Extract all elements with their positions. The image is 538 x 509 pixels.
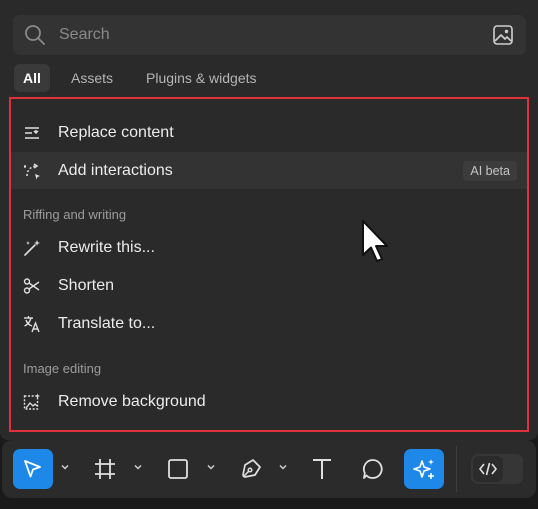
sparkle-ai-icon — [413, 459, 434, 479]
mouse-cursor-icon — [362, 220, 388, 262]
menu-item-label: Rewrite this... — [58, 239, 155, 256]
chevron-down-icon[interactable] — [133, 462, 143, 472]
menu-item-label: Replace content — [58, 124, 174, 141]
menu-item-shorten[interactable]: Shorten — [11, 267, 527, 304]
scrolled-item-remnant — [16, 92, 226, 100]
replace-content-icon — [25, 127, 39, 139]
toolbar-divider — [456, 446, 457, 492]
comment-tool-button[interactable] — [353, 449, 393, 489]
tab-bar: All Assets Plugins & widgets — [0, 62, 538, 94]
menu-item-label: Shorten — [58, 277, 115, 294]
shape-tool-button[interactable] — [158, 449, 198, 489]
comment-icon — [362, 459, 383, 479]
menu-item-label: Remove background — [58, 393, 206, 410]
chevron-down-icon[interactable] — [278, 462, 288, 472]
scissors-icon — [23, 278, 40, 294]
menu-item-add-interactions[interactable]: Add interactions AI beta — [11, 152, 527, 189]
menu-item-label: Translate to... — [58, 315, 156, 332]
image-search-icon[interactable] — [492, 24, 514, 46]
move-arrow-icon — [24, 460, 41, 478]
ai-beta-badge: AI beta — [463, 161, 517, 181]
menu-item-rewrite[interactable]: Rewrite this... — [11, 229, 527, 266]
search-icon — [25, 25, 45, 45]
bottom-toolbar — [2, 440, 536, 498]
tab-plugins-widgets[interactable]: Plugins & widgets — [146, 70, 257, 86]
chevron-down-icon[interactable] — [206, 462, 216, 472]
remove-background-icon — [23, 393, 40, 410]
menu-item-translate[interactable]: Translate to... — [11, 305, 527, 342]
menu-item-remove-background[interactable]: Remove background — [11, 383, 527, 420]
pen-tool-button[interactable] — [231, 449, 271, 489]
chevron-down-icon[interactable] — [60, 462, 70, 472]
menu-item-label: Add interactions — [58, 162, 173, 179]
search-bar[interactable]: Search — [13, 15, 526, 55]
add-interactions-icon — [24, 163, 40, 180]
tab-all[interactable]: All — [14, 64, 50, 92]
section-title-riffing: Riffing and writing — [23, 207, 127, 222]
code-icon — [478, 462, 498, 476]
text-icon — [313, 459, 331, 479]
actions-tool-button[interactable] — [404, 449, 444, 489]
menu-item-replace-content[interactable]: Replace content — [11, 114, 527, 151]
tab-assets[interactable]: Assets — [71, 70, 113, 86]
rectangle-icon — [168, 459, 188, 479]
frame-tool-button[interactable] — [85, 449, 125, 489]
frame-icon — [95, 459, 115, 479]
quick-actions-panel: Search All Assets Plugins & widgets Repl… — [0, 0, 538, 440]
section-title-image-editing: Image editing — [23, 361, 102, 376]
magic-wand-icon — [24, 240, 40, 256]
move-tool-button[interactable] — [13, 449, 53, 489]
translate-icon — [24, 316, 40, 333]
dev-mode-toggle[interactable] — [471, 454, 523, 484]
pen-icon — [242, 459, 261, 478]
search-input[interactable]: Search — [59, 26, 110, 44]
text-tool-button[interactable] — [302, 449, 342, 489]
